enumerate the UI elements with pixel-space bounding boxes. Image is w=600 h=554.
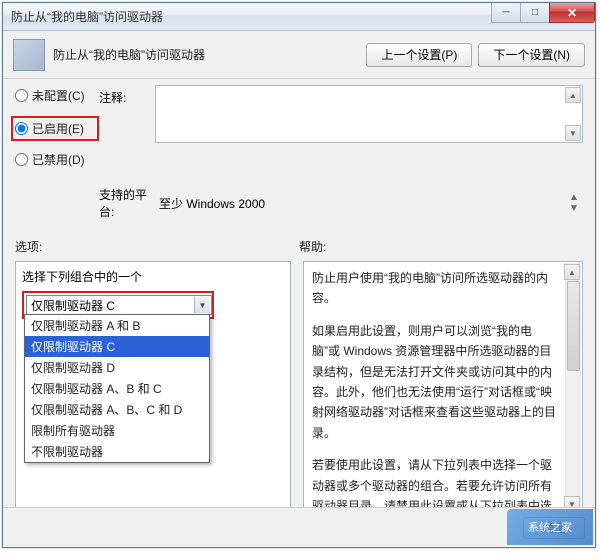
- list-item[interactable]: 不限制驱动器: [25, 441, 209, 462]
- prev-setting-button[interactable]: 上一个设置(P): [366, 43, 472, 67]
- radio-disabled-label: 已禁用(D): [32, 151, 85, 168]
- combo-label: 选择下列组合中的一个: [22, 268, 284, 285]
- combo-dropdown-icon[interactable]: ▼: [194, 297, 210, 313]
- close-button[interactable]: ✕: [549, 3, 595, 23]
- panels: 选择下列组合中的一个 仅限制驱动器 C ▼ 仅限制驱动器 A 和 B 仅限制驱动…: [3, 261, 595, 515]
- chevron-down-icon[interactable]: ▲▼: [565, 192, 583, 214]
- comment-label: 注释:: [99, 85, 155, 106]
- radio-not-configured[interactable]: 未配置(C): [15, 87, 99, 104]
- radio-group: 未配置(C) 已启用(E) 已禁用(D): [15, 85, 99, 180]
- minimize-button[interactable]: ─: [491, 3, 521, 23]
- dialog-window: 防止从“我的电脑”访问驱动器 ─ □ ✕ 防止从“我的电脑”访问驱动器 上一个设…: [2, 2, 596, 548]
- combo-dropdown-list[interactable]: 仅限制驱动器 A 和 B 仅限制驱动器 C 仅限制驱动器 D 仅限制驱动器 A、…: [24, 314, 210, 463]
- list-item[interactable]: 仅限制驱动器 A、B、C 和 D: [25, 399, 209, 420]
- platform-value: 至少 Windows 2000: [155, 195, 565, 212]
- titlebar[interactable]: 防止从“我的电脑”访问驱动器 ─ □ ✕: [3, 3, 595, 31]
- list-item[interactable]: 仅限制驱动器 A 和 B: [25, 315, 209, 336]
- options-panel: 选择下列组合中的一个 仅限制驱动器 C ▼ 仅限制驱动器 A 和 B 仅限制驱动…: [15, 261, 291, 515]
- radio-enabled[interactable]: 已启用(E): [15, 120, 93, 137]
- help-text: 防止用户使用“我的电脑”访问所选驱动器的内容。 如果启用此设置，则用户可以浏览“…: [312, 268, 574, 515]
- maximize-button[interactable]: □: [520, 3, 550, 23]
- radio-not-configured-label: 未配置(C): [32, 87, 85, 104]
- radio-not-configured-input[interactable]: [15, 89, 28, 102]
- radio-enabled-input[interactable]: [15, 122, 28, 135]
- config-area: 未配置(C) 已启用(E) 已禁用(D) 注释: ▲ ▼: [3, 79, 595, 224]
- list-item[interactable]: 仅限制驱动器 C: [25, 336, 209, 357]
- comment-textarea[interactable]: ▲ ▼: [155, 85, 583, 143]
- radio-enabled-label: 已启用(E): [32, 120, 84, 137]
- dialog-footer: 确定 系统之家: [3, 507, 595, 547]
- help-scrollbar[interactable]: ▲ ▼: [565, 263, 581, 513]
- help-panel: 防止用户使用“我的电脑”访问所选驱动器的内容。 如果启用此设置，则用户可以浏览“…: [303, 261, 583, 515]
- help-p1: 防止用户使用“我的电脑”访问所选驱动器的内容。: [312, 268, 556, 309]
- policy-icon: [13, 39, 45, 71]
- list-item[interactable]: 仅限制驱动器 D: [25, 357, 209, 378]
- watermark-logo: 系统之家: [507, 509, 593, 545]
- header-title: 防止从“我的电脑”访问驱动器: [53, 46, 360, 63]
- scroll-down-icon[interactable]: ▼: [565, 125, 581, 141]
- radio-disabled-input[interactable]: [15, 153, 28, 166]
- options-col-label: 选项:: [15, 238, 299, 255]
- header-row: 防止从“我的电脑”访问驱动器 上一个设置(P) 下一个设置(N): [3, 31, 595, 79]
- list-item[interactable]: 仅限制驱动器 A、B 和 C: [25, 378, 209, 399]
- help-p2: 如果启用此设置，则用户可以浏览“我的电脑”或 Windows 资源管理器中所选驱…: [312, 321, 556, 443]
- help-col-label: 帮助:: [299, 238, 583, 255]
- radio-disabled[interactable]: 已禁用(D): [15, 151, 99, 168]
- drive-combo[interactable]: 仅限制驱动器 C ▼: [26, 295, 212, 315]
- scroll-up-icon[interactable]: ▲: [564, 264, 580, 280]
- next-setting-button[interactable]: 下一个设置(N): [478, 43, 585, 67]
- combo-value: 仅限制驱动器 C: [31, 297, 115, 314]
- list-item[interactable]: 限制所有驱动器: [25, 420, 209, 441]
- columns-header: 选项: 帮助:: [3, 224, 595, 261]
- scroll-thumb[interactable]: [567, 281, 580, 371]
- window-buttons: ─ □ ✕: [492, 3, 595, 23]
- scroll-up-icon[interactable]: ▲: [565, 87, 581, 103]
- platform-label: 支持的平台:: [99, 186, 155, 220]
